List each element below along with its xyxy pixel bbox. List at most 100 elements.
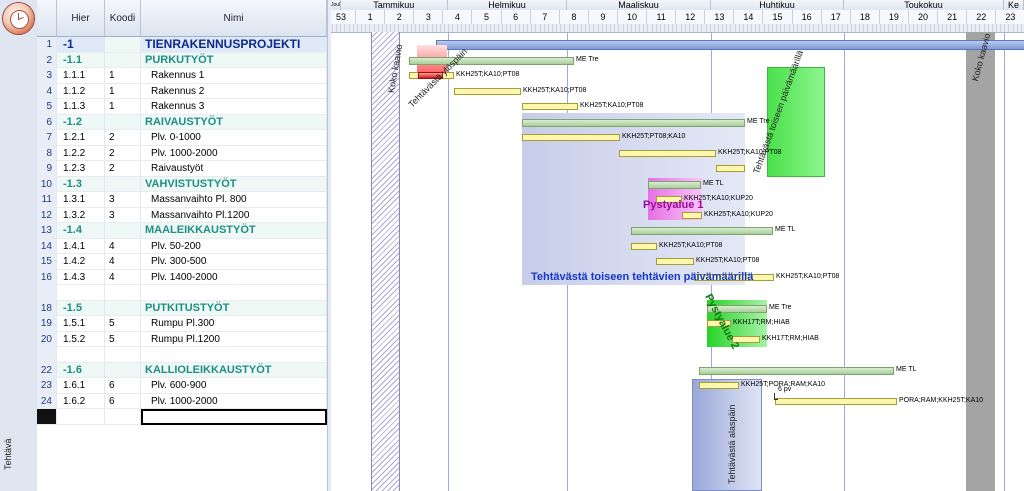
cell-nimi[interactable]: Plv. 0-1000 <box>141 130 327 146</box>
table-row[interactable]: 18 -1.5 PUTKITUSTYÖT <box>37 300 327 316</box>
table-row[interactable]: 14 1.4.1 4 Plv. 50-200 <box>37 238 327 254</box>
cell-hier[interactable]: 1.2.3 <box>57 161 105 177</box>
cell-hier[interactable]: 1.3.1 <box>57 192 105 208</box>
cell-nimi[interactable]: Plv. 50-200 <box>141 238 327 254</box>
row-number[interactable]: 11 <box>37 192 57 208</box>
cell-nimi[interactable]: Plv. 1000-2000 <box>141 145 327 161</box>
cell-nimi[interactable] <box>141 285 327 301</box>
cell-koodi[interactable]: 6 <box>105 378 141 394</box>
table-row[interactable] <box>37 347 327 363</box>
cell-koodi[interactable] <box>105 223 141 239</box>
row-number[interactable] <box>37 347 57 363</box>
table-row[interactable]: 10 -1.3 VAHVISTUSTYÖT <box>37 176 327 192</box>
summary-bar[interactable] <box>522 118 745 127</box>
row-number[interactable]: 15 <box>37 254 57 270</box>
summary-bar[interactable] <box>631 227 773 235</box>
column-header-nimi[interactable]: Nimi <box>141 0 327 37</box>
cell-koodi[interactable]: 4 <box>105 254 141 270</box>
app-clock-icon[interactable] <box>3 3 34 34</box>
cell-koodi[interactable]: 3 <box>105 207 141 223</box>
koko-kaavio-region-2[interactable] <box>966 32 995 491</box>
cell-nimi[interactable]: Plv. 600-900 <box>141 378 327 394</box>
cell-hier[interactable]: 1.1.2 <box>57 83 105 99</box>
row-number[interactable]: 12 <box>37 207 57 223</box>
cell-nimi[interactable]: Rumpu Pl.1200 <box>141 331 327 347</box>
cell-koodi[interactable] <box>105 114 141 130</box>
cell-hier[interactable]: 1.3.2 <box>57 207 105 223</box>
table-row[interactable]: 12 1.3.2 3 Massanvaihto Pl.1200 <box>37 207 327 223</box>
task-bar[interactable] <box>699 382 739 389</box>
task-bar[interactable] <box>631 242 657 250</box>
cell-nimi[interactable] <box>141 347 327 363</box>
cell-hier[interactable]: 1.1.3 <box>57 99 105 115</box>
table-row[interactable]: 19 1.5.1 5 Rumpu Pl.300 <box>37 316 327 332</box>
cell-koodi[interactable]: 1 <box>105 68 141 84</box>
cell-hier[interactable]: 1.4.3 <box>57 269 105 285</box>
table-row[interactable]: 9 1.2.3 2 Raivaustyöt <box>37 161 327 177</box>
cell-koodi[interactable] <box>105 347 141 363</box>
cell-koodi[interactable] <box>105 176 141 192</box>
row-number[interactable]: 18 <box>37 300 57 316</box>
table-row[interactable]: 1 -1 TIENRAKENNUSPROJEKTI <box>37 37 327 53</box>
row-number[interactable]: 5 <box>37 99 57 115</box>
row-number[interactable]: 24 <box>37 393 57 409</box>
cell-hier[interactable]: -1.5 <box>57 300 105 316</box>
row-number[interactable]: 13 <box>37 223 57 239</box>
table-row[interactable] <box>37 285 327 301</box>
cell-hier[interactable]: -1.1 <box>57 52 105 68</box>
row-number[interactable]: 3 <box>37 68 57 84</box>
cell-koodi[interactable]: 2 <box>105 161 141 177</box>
cell-hier[interactable]: -1.3 <box>57 176 105 192</box>
task-bar[interactable] <box>454 87 521 95</box>
summary-bar[interactable] <box>409 56 574 65</box>
cell-nimi[interactable]: Massanvaihto Pl.1200 <box>141 207 327 223</box>
new-row-editor[interactable] <box>37 409 327 425</box>
row-number[interactable]: 7 <box>37 130 57 146</box>
task-bar[interactable] <box>716 165 745 172</box>
summary-bar[interactable] <box>699 366 894 375</box>
row-number[interactable]: 23 <box>37 378 57 394</box>
cell-hier[interactable]: 1.6.2 <box>57 393 105 409</box>
koko-kaavio-region-1[interactable] <box>371 32 400 491</box>
task-bar[interactable] <box>656 258 694 265</box>
row-number[interactable]: 20 <box>37 331 57 347</box>
cell-hier[interactable] <box>57 409 105 425</box>
cell-nimi[interactable]: MAALEIKKAUSTYÖT <box>141 223 327 239</box>
task-bar[interactable] <box>522 103 578 110</box>
table-row[interactable]: 13 -1.4 MAALEIKKAUSTYÖT <box>37 223 327 239</box>
task-bar[interactable] <box>775 397 897 405</box>
side-tab-label[interactable]: Tehtävä <box>3 430 17 470</box>
cell-nimi[interactable]: PUTKITUSTYÖT <box>141 300 327 316</box>
cell-nimi[interactable]: Rakennus 3 <box>141 99 327 115</box>
cell-nimi[interactable]: VAHVISTUSTYÖT <box>141 176 327 192</box>
cell-nimi[interactable]: KALLIOLEIKKAUSTYÖT <box>141 362 327 378</box>
cell-koodi[interactable] <box>105 285 141 301</box>
cell-koodi[interactable] <box>105 362 141 378</box>
row-number[interactable]: 6 <box>37 114 57 130</box>
cell-hier[interactable]: -1.2 <box>57 114 105 130</box>
cell-hier[interactable]: 1.2.1 <box>57 130 105 146</box>
row-number[interactable] <box>37 285 57 301</box>
cell-koodi[interactable]: 1 <box>105 83 141 99</box>
row-number[interactable]: 2 <box>37 52 57 68</box>
cell-koodi[interactable]: 3 <box>105 192 141 208</box>
table-row[interactable]: 23 1.6.1 6 Plv. 600-900 <box>37 378 327 394</box>
cell-nimi[interactable]: TIENRAKENNUSPROJEKTI <box>141 37 327 53</box>
table-row[interactable]: 5 1.1.3 1 Rakennus 3 <box>37 99 327 115</box>
cell-hier[interactable]: 1.4.1 <box>57 238 105 254</box>
row-number[interactable]: 9 <box>37 161 57 177</box>
summary-bar[interactable] <box>648 180 701 189</box>
cell-hier[interactable]: -1 <box>57 37 105 53</box>
row-number[interactable]: 14 <box>37 238 57 254</box>
cell-koodi[interactable] <box>105 52 141 68</box>
cell-hier[interactable]: -1.6 <box>57 362 105 378</box>
column-header-koodi[interactable]: Koodi <box>105 0 141 37</box>
table-row[interactable]: 6 -1.2 RAIVAUSTYÖT <box>37 114 327 130</box>
row-number[interactable]: 8 <box>37 145 57 161</box>
cell-nimi[interactable]: Plv. 1000-2000 <box>141 393 327 409</box>
cell-koodi[interactable]: 4 <box>105 269 141 285</box>
row-number[interactable]: 10 <box>37 176 57 192</box>
row-number[interactable]: 1 <box>37 37 57 53</box>
table-row[interactable]: 8 1.2.2 2 Plv. 1000-2000 <box>37 145 327 161</box>
table-row[interactable]: 22 -1.6 KALLIOLEIKKAUSTYÖT <box>37 362 327 378</box>
